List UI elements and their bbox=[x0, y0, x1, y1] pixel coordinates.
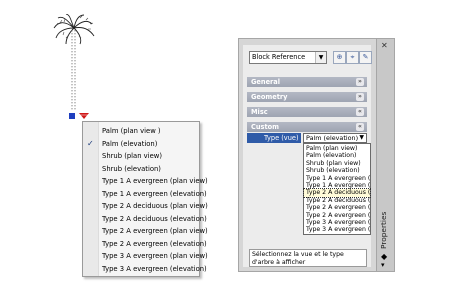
menu-item[interactable]: Type 2 A deciduous (plan view) bbox=[83, 200, 208, 212]
dropdown-option-label: Type 2 A evergreen (ele bbox=[306, 211, 370, 219]
dropdown-option-label: Type 2 A deciduous (plan view) bbox=[306, 189, 370, 197]
object-type-value: Block Reference bbox=[252, 53, 306, 61]
menu-item[interactable]: Type 2 A evergreen (elevation) bbox=[83, 238, 207, 250]
collapse-chevron-icon[interactable]: « bbox=[356, 108, 364, 116]
dropdown-option[interactable]: Type 2 A deciduous (ele bbox=[304, 197, 370, 204]
property-value: Palm (elevation) bbox=[306, 134, 359, 142]
menu-item[interactable]: Type 1 A evergreen (plan view) bbox=[83, 175, 208, 187]
menu-item-label: Type 3 A evergreen (plan view) bbox=[102, 252, 208, 260]
menu-item-label: Type 2 A evergreen (elevation) bbox=[102, 239, 207, 248]
properties-palette: Block Reference ▼ ⊕ ⌖ ✎ General » Geomet… bbox=[238, 38, 395, 272]
dropdown-option-label: Type 2 A evergreen (pla bbox=[306, 204, 370, 212]
palm-tree-block[interactable] bbox=[52, 14, 96, 126]
checkmark-icon: ✓ bbox=[87, 138, 94, 148]
expand-chevron-icon[interactable]: » bbox=[356, 93, 364, 101]
visibility-state-menu: Palm (plan view ) ✓ Palm (elevation) Shrub … bbox=[82, 121, 208, 277]
chevron-down-icon[interactable]: ▼ bbox=[359, 134, 364, 142]
dropdown-option[interactable]: Palm (plan view) bbox=[304, 145, 370, 152]
toggle-pickadd-icon[interactable]: ⊕ bbox=[333, 51, 346, 64]
dropdown-option[interactable]: Shrub (plan view) bbox=[304, 160, 370, 167]
chevron-down-icon[interactable]: ▼ bbox=[315, 52, 326, 63]
menu-item[interactable]: Type 2 A evergreen (plan view) bbox=[83, 225, 208, 237]
dropdown-option-label: Type 3 A evergreen (pla bbox=[306, 219, 370, 226]
dropdown-option[interactable]: Type 2 A deciduous (plan view) bbox=[303, 188, 371, 198]
category-geometry[interactable]: Geometry » bbox=[247, 92, 367, 102]
pin-icon[interactable]: ◆ bbox=[381, 252, 387, 261]
close-icon[interactable]: ✕ bbox=[381, 41, 388, 50]
dropdown-option-label: Type 1 A evergreen (ele bbox=[306, 182, 370, 189]
menu-item[interactable]: Type 1 A evergreen (elevation) bbox=[83, 188, 207, 200]
quick-select-icon[interactable]: ✎ bbox=[359, 51, 372, 64]
menu-item[interactable]: Shrub (plan view) bbox=[83, 150, 199, 162]
menu-arrow-icon[interactable]: ▾ bbox=[381, 261, 385, 269]
palette-title-bar[interactable]: ✕ Properties ◆ ▾ bbox=[376, 39, 394, 271]
category-label: General bbox=[251, 78, 281, 86]
dropdown-option-label: Palm (plan view) bbox=[306, 145, 358, 152]
menu-item[interactable]: Palm (plan view ) bbox=[83, 125, 199, 137]
properties-panel: Block Reference ▼ ⊕ ⌖ ✎ General » Geomet… bbox=[243, 45, 372, 267]
dropdown-option-label: Shrub (elevation) bbox=[306, 167, 360, 175]
menu-item-label: Type 1 A evergreen (plan view) bbox=[102, 177, 208, 185]
menu-item-label: Shrub (plan view) bbox=[102, 152, 162, 160]
menu-item-label: Type 2 A evergreen (plan view) bbox=[102, 227, 208, 235]
dropdown-option[interactable]: Type 2 A evergreen (ele bbox=[304, 212, 370, 219]
dropdown-option-label: Type 1 A evergreen (pla bbox=[306, 174, 370, 182]
category-label: Misc bbox=[251, 108, 268, 116]
category-label: Custom bbox=[251, 123, 280, 131]
dropdown-option-label: Shrub (plan view) bbox=[306, 159, 361, 167]
dropdown-option[interactable]: Type 1 A evergreen (pla bbox=[304, 175, 370, 182]
menu-item[interactable]: ✓ Palm (elevation) bbox=[83, 138, 199, 150]
category-custom[interactable]: Custom « bbox=[247, 122, 367, 132]
menu-item[interactable]: Type 2 A deciduous (elevation) bbox=[83, 213, 207, 225]
property-name: Type (vue) bbox=[247, 133, 301, 143]
category-misc[interactable]: Misc « bbox=[247, 107, 367, 117]
expand-chevron-icon[interactable]: » bbox=[356, 78, 364, 86]
dropdown-option[interactable]: Type 2 A evergreen (pla bbox=[304, 204, 370, 211]
dropdown-option-label: Type 3 A evergreen (ele bbox=[306, 226, 370, 234]
menu-item[interactable]: Type 3 A evergreen (elevation) bbox=[83, 263, 207, 275]
dropdown-option[interactable]: Type 3 A evergreen (pla bbox=[304, 219, 370, 226]
property-value-select[interactable]: Palm (elevation) ▼ bbox=[303, 133, 367, 143]
menu-item-label: Type 2 A deciduous (elevation) bbox=[102, 214, 207, 223]
menu-item[interactable]: Type 3 A evergreen (plan view) bbox=[83, 250, 208, 262]
object-type-select[interactable]: Block Reference ▼ bbox=[249, 51, 327, 64]
category-label: Geometry bbox=[251, 93, 288, 101]
property-row-type[interactable]: Type (vue) Palm (elevation) ▼ bbox=[247, 133, 367, 143]
dropdown-option[interactable]: Shrub (elevation) bbox=[304, 167, 370, 174]
collapse-chevron-icon[interactable]: « bbox=[356, 123, 364, 131]
dropdown-option[interactable]: Type 1 A evergreen (ele bbox=[304, 182, 370, 189]
property-description: Sélectionnez la vue et le type d'arbre à… bbox=[249, 249, 367, 267]
menu-item-label: Type 1 A evergreen (elevation) bbox=[102, 189, 207, 198]
palette-title: Properties bbox=[379, 211, 388, 249]
menu-item-label: Type 2 A deciduous (plan view) bbox=[102, 202, 208, 210]
category-general[interactable]: General » bbox=[247, 77, 367, 87]
dropdown-option[interactable]: Type 3 A evergreen (ele bbox=[304, 226, 370, 233]
menu-item[interactable]: Shrub (elevation) bbox=[83, 163, 199, 175]
dropdown-option[interactable]: Palm (elevation) bbox=[304, 152, 370, 159]
select-objects-icon[interactable]: ⌖ bbox=[346, 51, 359, 64]
menu-item-label: Type 3 A evergreen (elevation) bbox=[102, 264, 207, 273]
dropdown-option-label: Palm (elevation) bbox=[306, 152, 357, 160]
property-dropdown-list: Palm (plan view) Palm (elevation) Shrub (p… bbox=[303, 143, 371, 235]
menu-item-label: Shrub (elevation) bbox=[102, 164, 161, 173]
menu-item-label: Palm (plan view ) bbox=[102, 127, 161, 135]
menu-item-label: Palm (elevation) bbox=[102, 139, 158, 148]
dropdown-option-label: Type 2 A deciduous (ele bbox=[306, 196, 370, 204]
